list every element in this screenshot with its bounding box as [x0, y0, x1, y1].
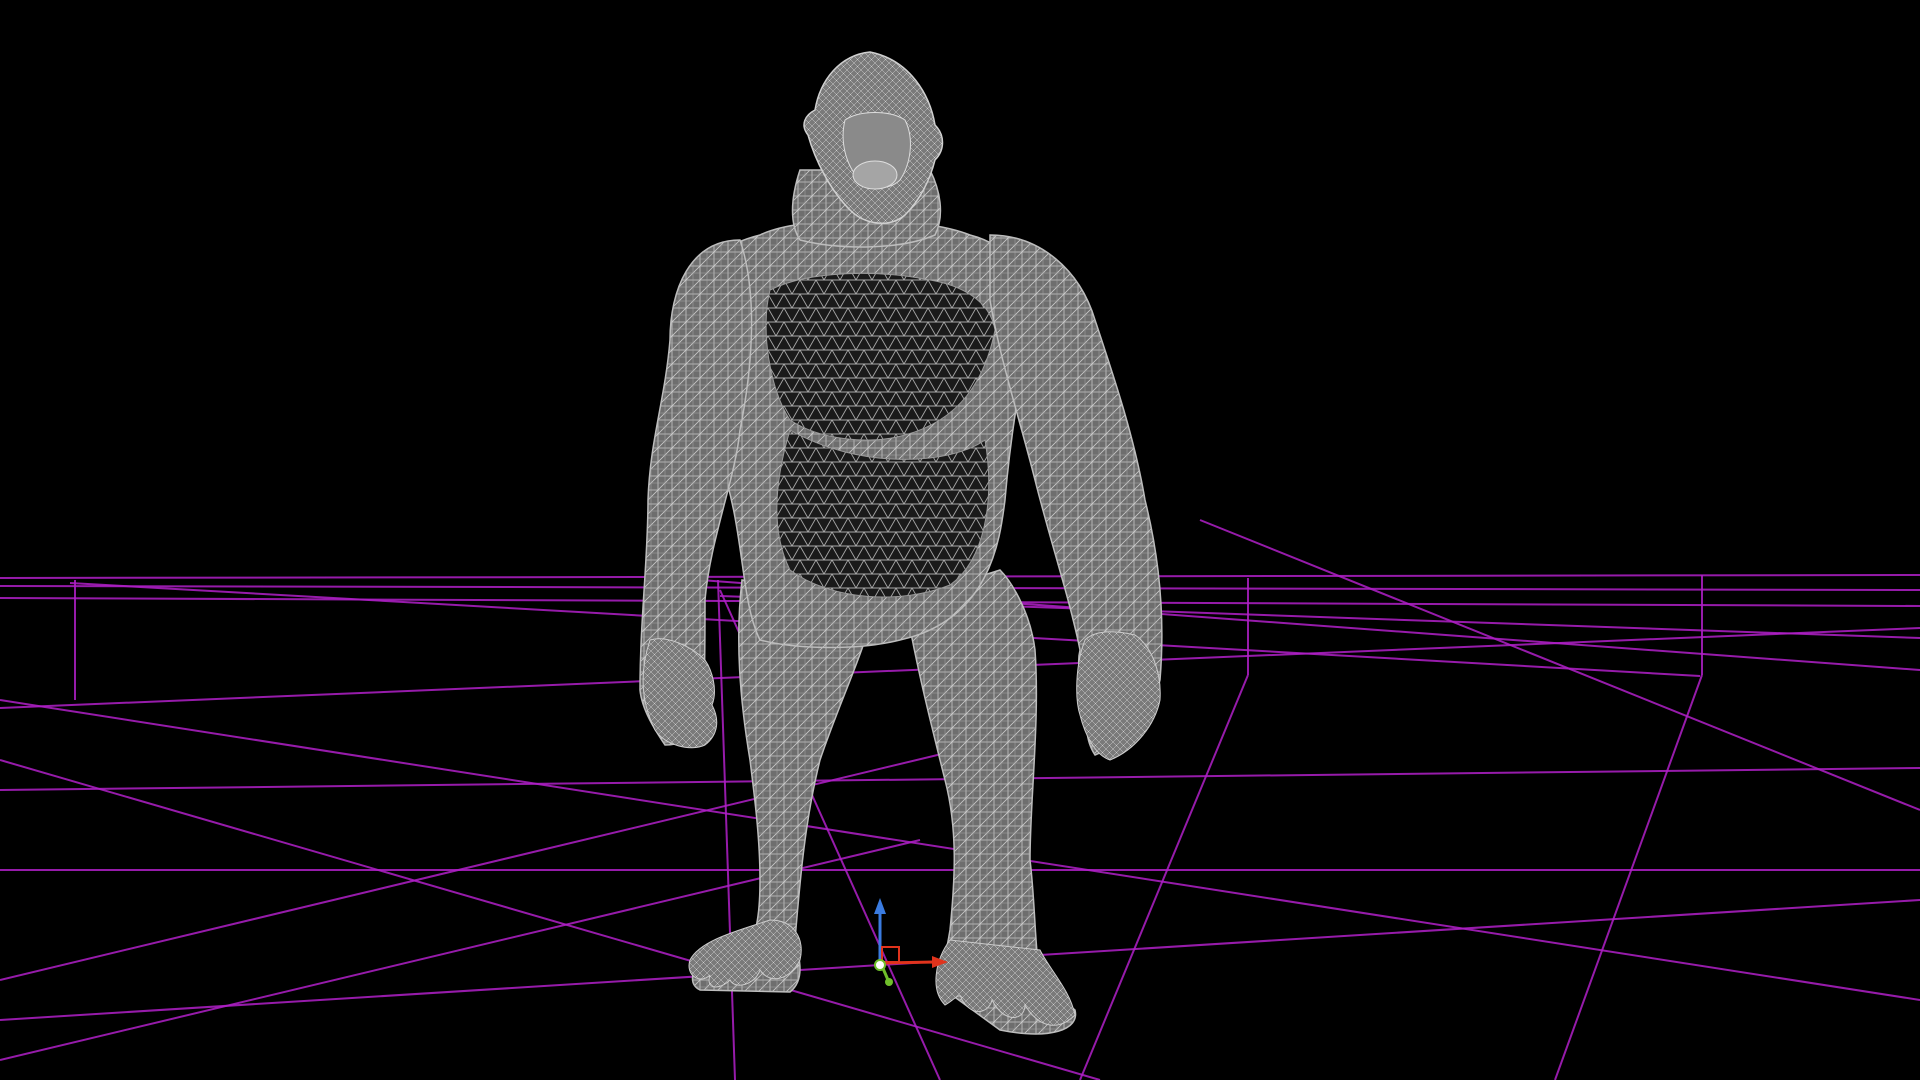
viewport-canvas[interactable]: [0, 0, 1920, 1080]
3d-viewport[interactable]: [0, 0, 1920, 1080]
gorilla-mouth: [852, 160, 898, 190]
gorilla-right-foot: [935, 939, 1076, 1026]
grid-line: [717, 579, 736, 1080]
gorilla-left-hand: [642, 638, 718, 749]
gorilla-left-foot: [688, 919, 802, 988]
grid-line: [0, 759, 1101, 1080]
gizmo-z-arrow-icon[interactable]: [874, 898, 886, 914]
grid-line: [0, 739, 1001, 981]
gizmo-y-handle-icon[interactable]: [885, 978, 893, 986]
gorilla-icon[interactable]: [639, 51, 1163, 1035]
grid-line: [1554, 674, 1703, 1080]
grid-line: [1199, 519, 1920, 811]
gizmo-origin-icon[interactable]: [874, 959, 886, 971]
